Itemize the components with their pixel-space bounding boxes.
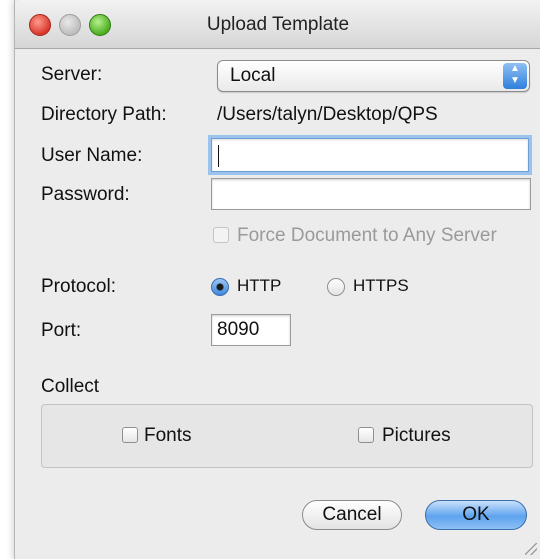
- directory-path-label: Directory Path:: [41, 104, 167, 125]
- pictures-checkbox[interactable]: [358, 427, 374, 443]
- fonts-checkbox[interactable]: [122, 427, 138, 443]
- server-selected-value: Local: [230, 65, 276, 86]
- force-document-label: Force Document to Any Server: [237, 225, 497, 246]
- ok-button[interactable]: OK: [425, 500, 527, 530]
- updown-arrows-icon: ▲ ▼: [503, 63, 527, 89]
- upload-template-dialog: Upload Template Server: Local ▲ ▼ Directo…: [14, 0, 540, 559]
- collect-groupbox: Fonts Pictures: [41, 404, 533, 468]
- window-title: Upload Template: [206, 14, 350, 35]
- pictures-checkbox-label: Pictures: [382, 425, 451, 446]
- radio-http-label: HTTP: [237, 276, 282, 295]
- title-bar: Upload Template: [15, 0, 540, 49]
- port-label: Port:: [41, 320, 82, 341]
- protocol-label: Protocol:: [41, 276, 116, 297]
- text-caret: [218, 145, 219, 167]
- collect-group-title: Collect: [41, 376, 100, 397]
- radio-https-label: HTTPS: [353, 276, 409, 295]
- fonts-checkbox-label: Fonts: [144, 425, 192, 446]
- force-document-checkbox[interactable]: [213, 227, 229, 243]
- directory-path-value: /Users/talyn/Desktop/QPS: [217, 104, 438, 125]
- password-label: Password:: [41, 184, 130, 205]
- resize-grip-icon[interactable]: [525, 543, 537, 555]
- password-field[interactable]: [211, 178, 531, 210]
- server-label: Server:: [41, 64, 103, 85]
- port-field[interactable]: 8090: [211, 314, 291, 346]
- radio-https[interactable]: [327, 278, 345, 296]
- radio-http[interactable]: [211, 278, 229, 296]
- server-popup[interactable]: Local ▲ ▼: [217, 60, 530, 92]
- username-label: User Name:: [41, 145, 143, 166]
- username-field[interactable]: [211, 138, 529, 172]
- cancel-button[interactable]: Cancel: [302, 500, 402, 530]
